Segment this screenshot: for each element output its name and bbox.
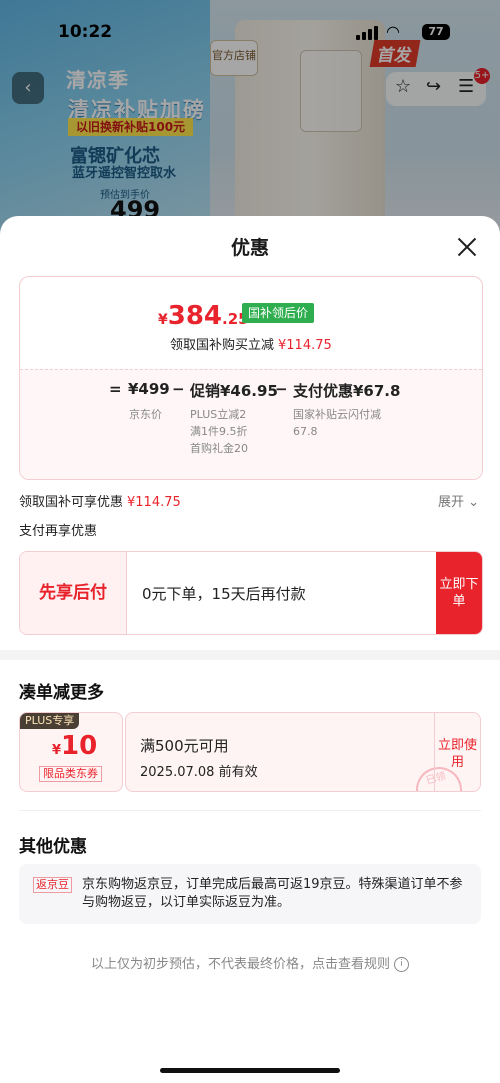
- order-now-button[interactable]: 立即下单: [436, 552, 482, 634]
- expand-label: 展开: [438, 495, 465, 510]
- subsidy-line: 领取国补购买立减 ¥114.75: [170, 334, 332, 353]
- subsidy-enjoy-line: 领取国补可享优惠 ¥114.75: [19, 491, 181, 510]
- info-icon: i: [394, 957, 409, 972]
- coupon-currency: ¥: [52, 743, 62, 758]
- coupon-amount: ¥10: [52, 731, 97, 761]
- paylater-card[interactable]: 先享后付 0元下单，15天后再付款 立即下单: [19, 551, 483, 635]
- formula-pay: 支付优惠¥67.8: [293, 382, 401, 400]
- enjoy-label: 领取国补可享优惠: [19, 495, 124, 510]
- chevron-down-icon: ⌄: [468, 495, 480, 510]
- pay-note: 国家补贴云闪付减67.8: [293, 408, 381, 438]
- formula-eq: =: [109, 380, 122, 398]
- section-divider: [0, 650, 500, 660]
- formula-promo: 促销¥46.95: [190, 382, 278, 400]
- footer-text: 以上仅为初步预估，不代表最终价格，点击查看规则: [90, 957, 390, 972]
- use-now-button[interactable]: 立即使用: [434, 713, 480, 791]
- paylater-desc: 0元下单，15天后再付款: [142, 585, 306, 603]
- jd-bean-info: 返京豆 京东购物返京豆，订单完成后最高可返19京豆。特殊渠道订单不参与购物返豆，…: [19, 864, 481, 924]
- formula-jd-price: ¥499: [128, 380, 170, 398]
- subsidy-price-tag: 国补领后价: [242, 303, 315, 323]
- subsidy-label: 领取国补购买立减: [170, 338, 275, 353]
- expand-button[interactable]: 展开 ⌄: [438, 491, 479, 510]
- final-price: ¥384.25: [158, 301, 249, 331]
- pay-again-label: 支付再享优惠: [19, 524, 98, 539]
- paylater-label: 先享后付: [20, 552, 127, 634]
- discount-sheet: 优惠 ¥384.25 国补领后价 领取国补购买立减 ¥114.75 = ¥499 …: [0, 216, 500, 1083]
- formula-minus1: −: [172, 380, 185, 398]
- coupon-type: 限品类东券: [39, 766, 102, 782]
- order-now-label: 立即下单: [439, 577, 479, 609]
- plus-badge: PLUS专享: [20, 713, 80, 729]
- other-section-title: 其他优惠: [19, 837, 87, 857]
- promo-note: PLUS立减2: [190, 408, 247, 421]
- sheet-title: 优惠: [230, 237, 269, 259]
- jd-bean-text: 京东购物返京豆，订单完成后最高可返19京豆。特殊渠道订单不参与购物返豆，以订单实…: [82, 877, 463, 910]
- use-now-label: 立即使用: [437, 738, 477, 770]
- jd-bean-tag: 返京豆: [33, 877, 72, 893]
- rules-link[interactable]: 以上仅为初步预估，不代表最终价格，点击查看规则 i: [0, 953, 500, 972]
- price-breakdown: = ¥499 − 促销¥46.95 − 支付优惠¥67.8 京东价 PLUS立减…: [20, 369, 482, 479]
- jd-price-label: 京东价: [129, 408, 162, 421]
- coupon-amount-block: PLUS专享 ¥10 限品类东券: [19, 712, 123, 792]
- divider-line: [19, 810, 481, 811]
- price-card: ¥384.25 国补领后价 领取国补购买立减 ¥114.75 = ¥499 − 促…: [19, 276, 483, 480]
- price-integer: 384: [167, 301, 223, 331]
- coupon-card[interactable]: PLUS专享 ¥10 限品类东券 满500元可用 2025.07.08 前有效 …: [19, 712, 481, 792]
- subsidy-value: ¥114.75: [278, 338, 332, 353]
- enjoy-value: ¥114.75: [127, 495, 181, 510]
- coupon-condition: 满500元可用: [140, 737, 229, 755]
- formula-minus2: −: [275, 380, 288, 398]
- promo-note: 首购礼金20: [190, 442, 248, 455]
- promo-note: 满1件9.5折: [190, 425, 248, 438]
- coupon-detail: 满500元可用 2025.07.08 前有效 已领 立即使用: [125, 712, 481, 792]
- coupon-value: 10: [61, 731, 98, 761]
- coupon-expiry: 2025.07.08 前有效: [140, 765, 258, 780]
- price-currency: ¥: [158, 312, 168, 328]
- close-icon[interactable]: [456, 236, 478, 258]
- home-indicator[interactable]: [160, 1068, 340, 1073]
- more-section-title: 凑单减更多: [19, 683, 104, 703]
- promo-notes: PLUS立减2 满1件9.5折 首购礼金20: [190, 406, 248, 457]
- overlay-dim[interactable]: [0, 0, 500, 240]
